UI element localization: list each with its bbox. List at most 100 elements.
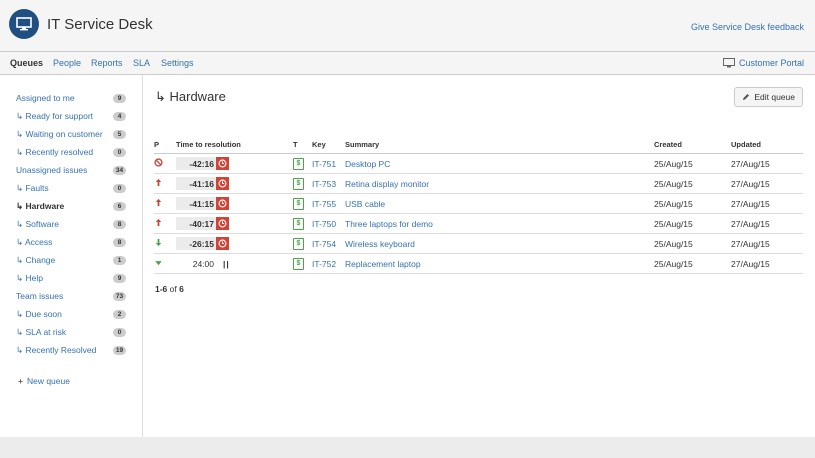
monitor-logo-icon[interactable] [9, 9, 39, 39]
major-priority-icon [155, 198, 162, 207]
sidebar-item-change[interactable]: ↳ Change 1 [16, 253, 126, 267]
service-request-icon: $ [293, 217, 304, 230]
tab-reports[interactable]: Reports [91, 58, 123, 68]
col-time-to-resolution[interactable]: Time to resolution [176, 137, 293, 154]
clock-breached-icon [216, 197, 229, 210]
tab-queues[interactable]: Queues [10, 58, 43, 68]
sla-timer: -42:16 [176, 157, 229, 170]
sidebar-item-waiting-on-customer[interactable]: ↳ Waiting on customer 5 [16, 127, 126, 141]
sidebar-item-team-issues[interactable]: Team issues 73 [16, 289, 126, 303]
issue-key-link[interactable]: IT-752 [312, 259, 336, 269]
service-request-icon: $ [293, 177, 304, 190]
sidebar-item-faults[interactable]: ↳ Faults 0 [16, 181, 126, 195]
sla-timer: -41:16 [176, 177, 229, 190]
created-date: 25/Aug/15 [654, 253, 731, 274]
tab-settings[interactable]: Settings [161, 58, 194, 68]
created-date: 25/Aug/15 [654, 233, 731, 254]
count-badge: 34 [113, 165, 126, 175]
pause-icon: || [223, 258, 230, 269]
major-priority-icon [155, 218, 162, 227]
count-badge: 6 [113, 201, 126, 211]
edit-queue-button[interactable]: Edit queue [734, 87, 803, 107]
blocker-priority-icon [154, 158, 163, 167]
feedback-link[interactable]: Give Service Desk feedback [691, 22, 804, 32]
count-badge: 0 [113, 147, 126, 157]
sidebar-item-recently-resolved[interactable]: ↳ Recently resolved 0 [16, 145, 126, 159]
service-request-icon: $ [293, 197, 304, 210]
project-nav: Queues People Reports SLA Settings Custo… [0, 52, 815, 75]
sla-timer: -40:17 [176, 217, 229, 230]
service-request-icon: $ [293, 237, 304, 250]
count-badge: 8 [113, 237, 126, 247]
updated-date: 27/Aug/15 [731, 173, 803, 194]
monitor-icon [722, 58, 735, 68]
count-badge: 0 [113, 183, 126, 193]
minor-priority-icon [155, 238, 162, 247]
plus-icon: + [18, 376, 23, 386]
count-badge: 1 [113, 255, 126, 265]
issue-summary-link[interactable]: Retina display monitor [345, 179, 429, 189]
count-badge: 73 [113, 291, 126, 301]
clock-breached-icon [216, 217, 229, 230]
sidebar-item-unassigned-issues[interactable]: Unassigned issues 34 [16, 163, 126, 177]
updated-date: 27/Aug/15 [731, 233, 803, 254]
sidebar-item-assigned-to-me[interactable]: Assigned to me 9 [16, 91, 126, 105]
col-created[interactable]: Created [654, 137, 731, 154]
sla-value: 24:00 [192, 258, 214, 269]
sidebar-item-access[interactable]: ↳ Access 8 [16, 235, 126, 249]
issue-summary-link[interactable]: USB cable [345, 199, 385, 209]
created-date: 25/Aug/15 [654, 213, 731, 234]
issue-summary-link[interactable]: Three laptops for demo [345, 219, 433, 229]
created-date: 25/Aug/15 [654, 193, 731, 214]
issue-key-link[interactable]: IT-754 [312, 239, 336, 249]
issue-summary-link[interactable]: Wireless keyboard [345, 239, 415, 249]
issue-summary-link[interactable]: Desktop PC [345, 159, 390, 169]
pencil-icon [743, 94, 750, 100]
sidebar-item-ready-for-support[interactable]: ↳ Ready for support 4 [16, 109, 126, 123]
updated-date: 27/Aug/15 [731, 193, 803, 214]
sidebar-item-help[interactable]: ↳ Help 9 [16, 271, 126, 285]
count-badge: 0 [113, 327, 126, 337]
new-queue-button[interactable]: + New queue [18, 376, 70, 386]
major-priority-icon [155, 178, 162, 187]
issue-key-link[interactable]: IT-751 [312, 159, 336, 169]
table-row[interactable]: -40:17 $ IT-750 Three laptops for demo 2… [154, 213, 803, 234]
issue-key-link[interactable]: IT-755 [312, 199, 336, 209]
updated-date: 27/Aug/15 [731, 153, 803, 174]
sidebar-item-sla-at-risk[interactable]: ↳ SLA at risk 0 [16, 325, 126, 339]
col-updated[interactable]: Updated [731, 137, 803, 154]
table-row[interactable]: -26:15 $ IT-754 Wireless keyboard 25/Aug… [154, 233, 803, 254]
count-badge: 9 [113, 93, 126, 103]
queue-sidebar: Assigned to me 9 ↳ Ready for support 4 ↳ W… [0, 75, 143, 437]
sidebar-item-recently-resolved-team[interactable]: ↳ Recently Resolved 19 [16, 343, 126, 357]
sidebar-item-due-soon[interactable]: ↳ Due soon 2 [16, 307, 126, 321]
sla-value: -26:15 [176, 237, 216, 250]
count-badge: 4 [113, 111, 126, 121]
table-row[interactable]: -41:15 $ IT-755 USB cable 25/Aug/15 27/A… [154, 193, 803, 214]
col-priority[interactable]: P [154, 137, 176, 154]
updated-date: 27/Aug/15 [731, 213, 803, 234]
table-row[interactable]: -42:16 $ IT-751 Desktop PC 25/Aug/15 27/… [154, 153, 803, 174]
sidebar-item-hardware[interactable]: ↳ Hardware 6 [16, 199, 126, 213]
col-type[interactable]: T [293, 137, 312, 154]
issue-key-link[interactable]: IT-750 [312, 219, 336, 229]
trivial-priority-icon [155, 261, 162, 266]
issue-key-link[interactable]: IT-753 [312, 179, 336, 189]
tab-sla[interactable]: SLA [133, 58, 150, 68]
customer-portal-link[interactable]: Customer Portal [722, 58, 804, 68]
queue-content: ↳ Hardware Edit queue P Time to resoluti… [143, 75, 815, 437]
sidebar-item-software[interactable]: ↳ Software 8 [16, 217, 126, 231]
clock-breached-icon [216, 177, 229, 190]
col-key[interactable]: Key [312, 137, 345, 154]
table-row[interactable]: -41:16 $ IT-753 Retina display monitor 2… [154, 173, 803, 194]
app-header: IT Service Desk Give Service Desk feedba… [0, 0, 815, 52]
col-summary[interactable]: Summary [345, 137, 654, 154]
table-row[interactable]: 24:00 || $ IT-752 Replacement laptop 25/A… [154, 253, 803, 274]
sla-timer: -26:15 [176, 237, 229, 250]
issue-summary-link[interactable]: Replacement laptop [345, 259, 421, 269]
count-badge: 8 [113, 219, 126, 229]
results-count: 1-6 of 6 [155, 284, 184, 294]
sla-value: -42:16 [176, 157, 216, 170]
table-header-row: P Time to resolution T Key Summary Creat… [154, 137, 803, 154]
tab-people[interactable]: People [53, 58, 81, 68]
